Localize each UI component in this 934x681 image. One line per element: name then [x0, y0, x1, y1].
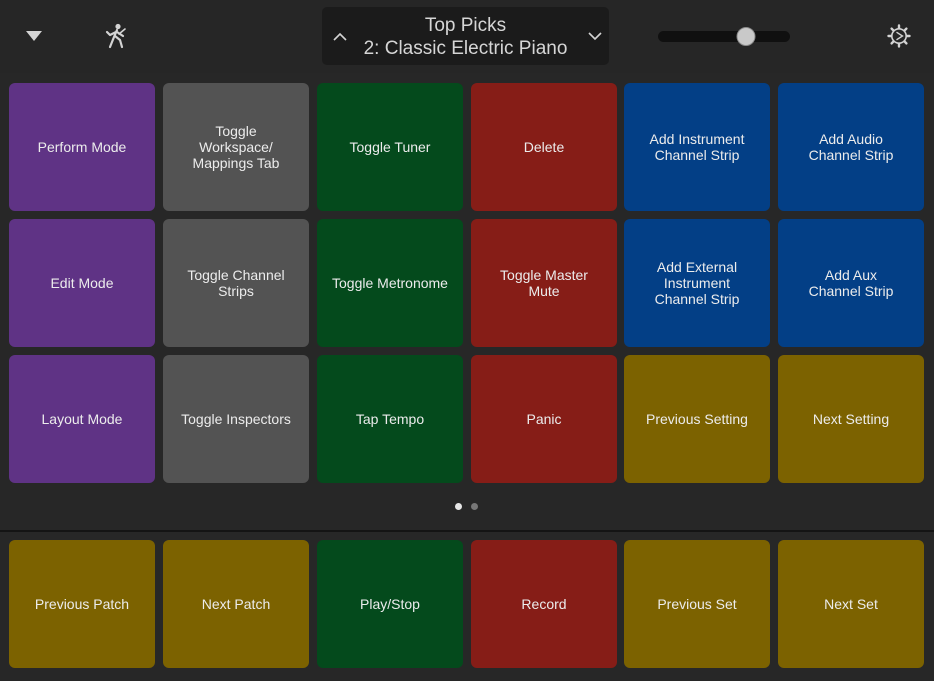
- command-pad[interactable]: Toggle Master Mute: [471, 219, 617, 347]
- command-pad[interactable]: Add Aux Channel Strip: [778, 219, 924, 347]
- command-pad-label: Next Patch: [201, 596, 271, 612]
- command-pad[interactable]: Next Setting: [778, 355, 924, 483]
- command-pad-label: Toggle Workspace/ Mappings Tab: [192, 123, 280, 171]
- command-pad[interactable]: Next Set: [778, 540, 924, 668]
- command-pad-label: Tap Tempo: [355, 411, 425, 427]
- command-pad[interactable]: Add Instrument Channel Strip: [624, 83, 770, 211]
- page-dot[interactable]: [455, 503, 462, 510]
- patch-category: Top Picks: [424, 15, 507, 36]
- command-pad-label: Perform Mode: [37, 139, 127, 155]
- command-pad[interactable]: Previous Set: [624, 540, 770, 668]
- command-pad-label: Add Audio Channel Strip: [808, 131, 894, 163]
- command-pad-label: Previous Setting: [646, 411, 748, 427]
- command-pad-label: Add Instrument Channel Strip: [649, 131, 745, 163]
- command-pad[interactable]: Record: [471, 540, 617, 668]
- command-pad-label: Toggle Metronome: [332, 275, 448, 291]
- command-pad-label: Layout Mode: [41, 411, 123, 427]
- command-pad-label: Next Set: [824, 596, 878, 612]
- command-pad-label: Previous Set: [657, 596, 737, 612]
- volume-slider-thumb[interactable]: [736, 27, 756, 46]
- command-pad[interactable]: Toggle Inspectors: [163, 355, 309, 483]
- command-pad-label: Record: [521, 596, 567, 612]
- command-pad[interactable]: Previous Patch: [9, 540, 155, 668]
- command-pad-label: Add External Instrument Channel Strip: [654, 259, 740, 307]
- command-pad[interactable]: Edit Mode: [9, 219, 155, 347]
- top-bar: Top Picks 2: Classic Electric Piano: [0, 0, 934, 73]
- command-pad[interactable]: Panic: [471, 355, 617, 483]
- command-pad-label: Previous Patch: [34, 596, 130, 612]
- command-pad[interactable]: Next Patch: [163, 540, 309, 668]
- page-dot[interactable]: [471, 503, 478, 510]
- command-pad-label: Toggle Inspectors: [181, 411, 291, 427]
- page-indicator: [0, 503, 934, 511]
- chevron-down-icon[interactable]: [583, 25, 607, 47]
- performer-icon[interactable]: [102, 22, 130, 50]
- command-pad-label: Add Aux Channel Strip: [808, 267, 894, 299]
- command-pad[interactable]: Add Audio Channel Strip: [778, 83, 924, 211]
- command-pad-label: Edit Mode: [50, 275, 114, 291]
- command-pad[interactable]: Toggle Metronome: [317, 219, 463, 347]
- command-pad[interactable]: Layout Mode: [9, 355, 155, 483]
- command-pad-label: Next Setting: [812, 411, 890, 427]
- command-pad[interactable]: Perform Mode: [9, 83, 155, 211]
- command-pad-label: Play/Stop: [360, 596, 420, 612]
- command-pad-label: Toggle Master Mute: [500, 267, 588, 299]
- patch-name: 2: Classic Electric Piano: [363, 38, 568, 59]
- patch-selector[interactable]: Top Picks 2: Classic Electric Piano: [322, 7, 609, 65]
- triangle-down-icon[interactable]: [20, 24, 48, 48]
- command-pad[interactable]: Toggle Channel Strips: [163, 219, 309, 347]
- command-pad-label: Delete: [523, 139, 565, 155]
- volume-slider-track[interactable]: [658, 31, 790, 42]
- command-pad-label: Toggle Tuner: [349, 139, 431, 155]
- gear-icon[interactable]: [885, 22, 913, 50]
- command-pad[interactable]: Delete: [471, 83, 617, 211]
- command-pad-label: Toggle Channel Strips: [187, 267, 285, 299]
- command-pad[interactable]: Add External Instrument Channel Strip: [624, 219, 770, 347]
- command-pad-label: Panic: [526, 411, 562, 427]
- command-pad[interactable]: Toggle Workspace/ Mappings Tab: [163, 83, 309, 211]
- command-pad[interactable]: Play/Stop: [317, 540, 463, 668]
- command-pad[interactable]: Tap Tempo: [317, 355, 463, 483]
- command-pad[interactable]: Toggle Tuner: [317, 83, 463, 211]
- command-pad[interactable]: Previous Setting: [624, 355, 770, 483]
